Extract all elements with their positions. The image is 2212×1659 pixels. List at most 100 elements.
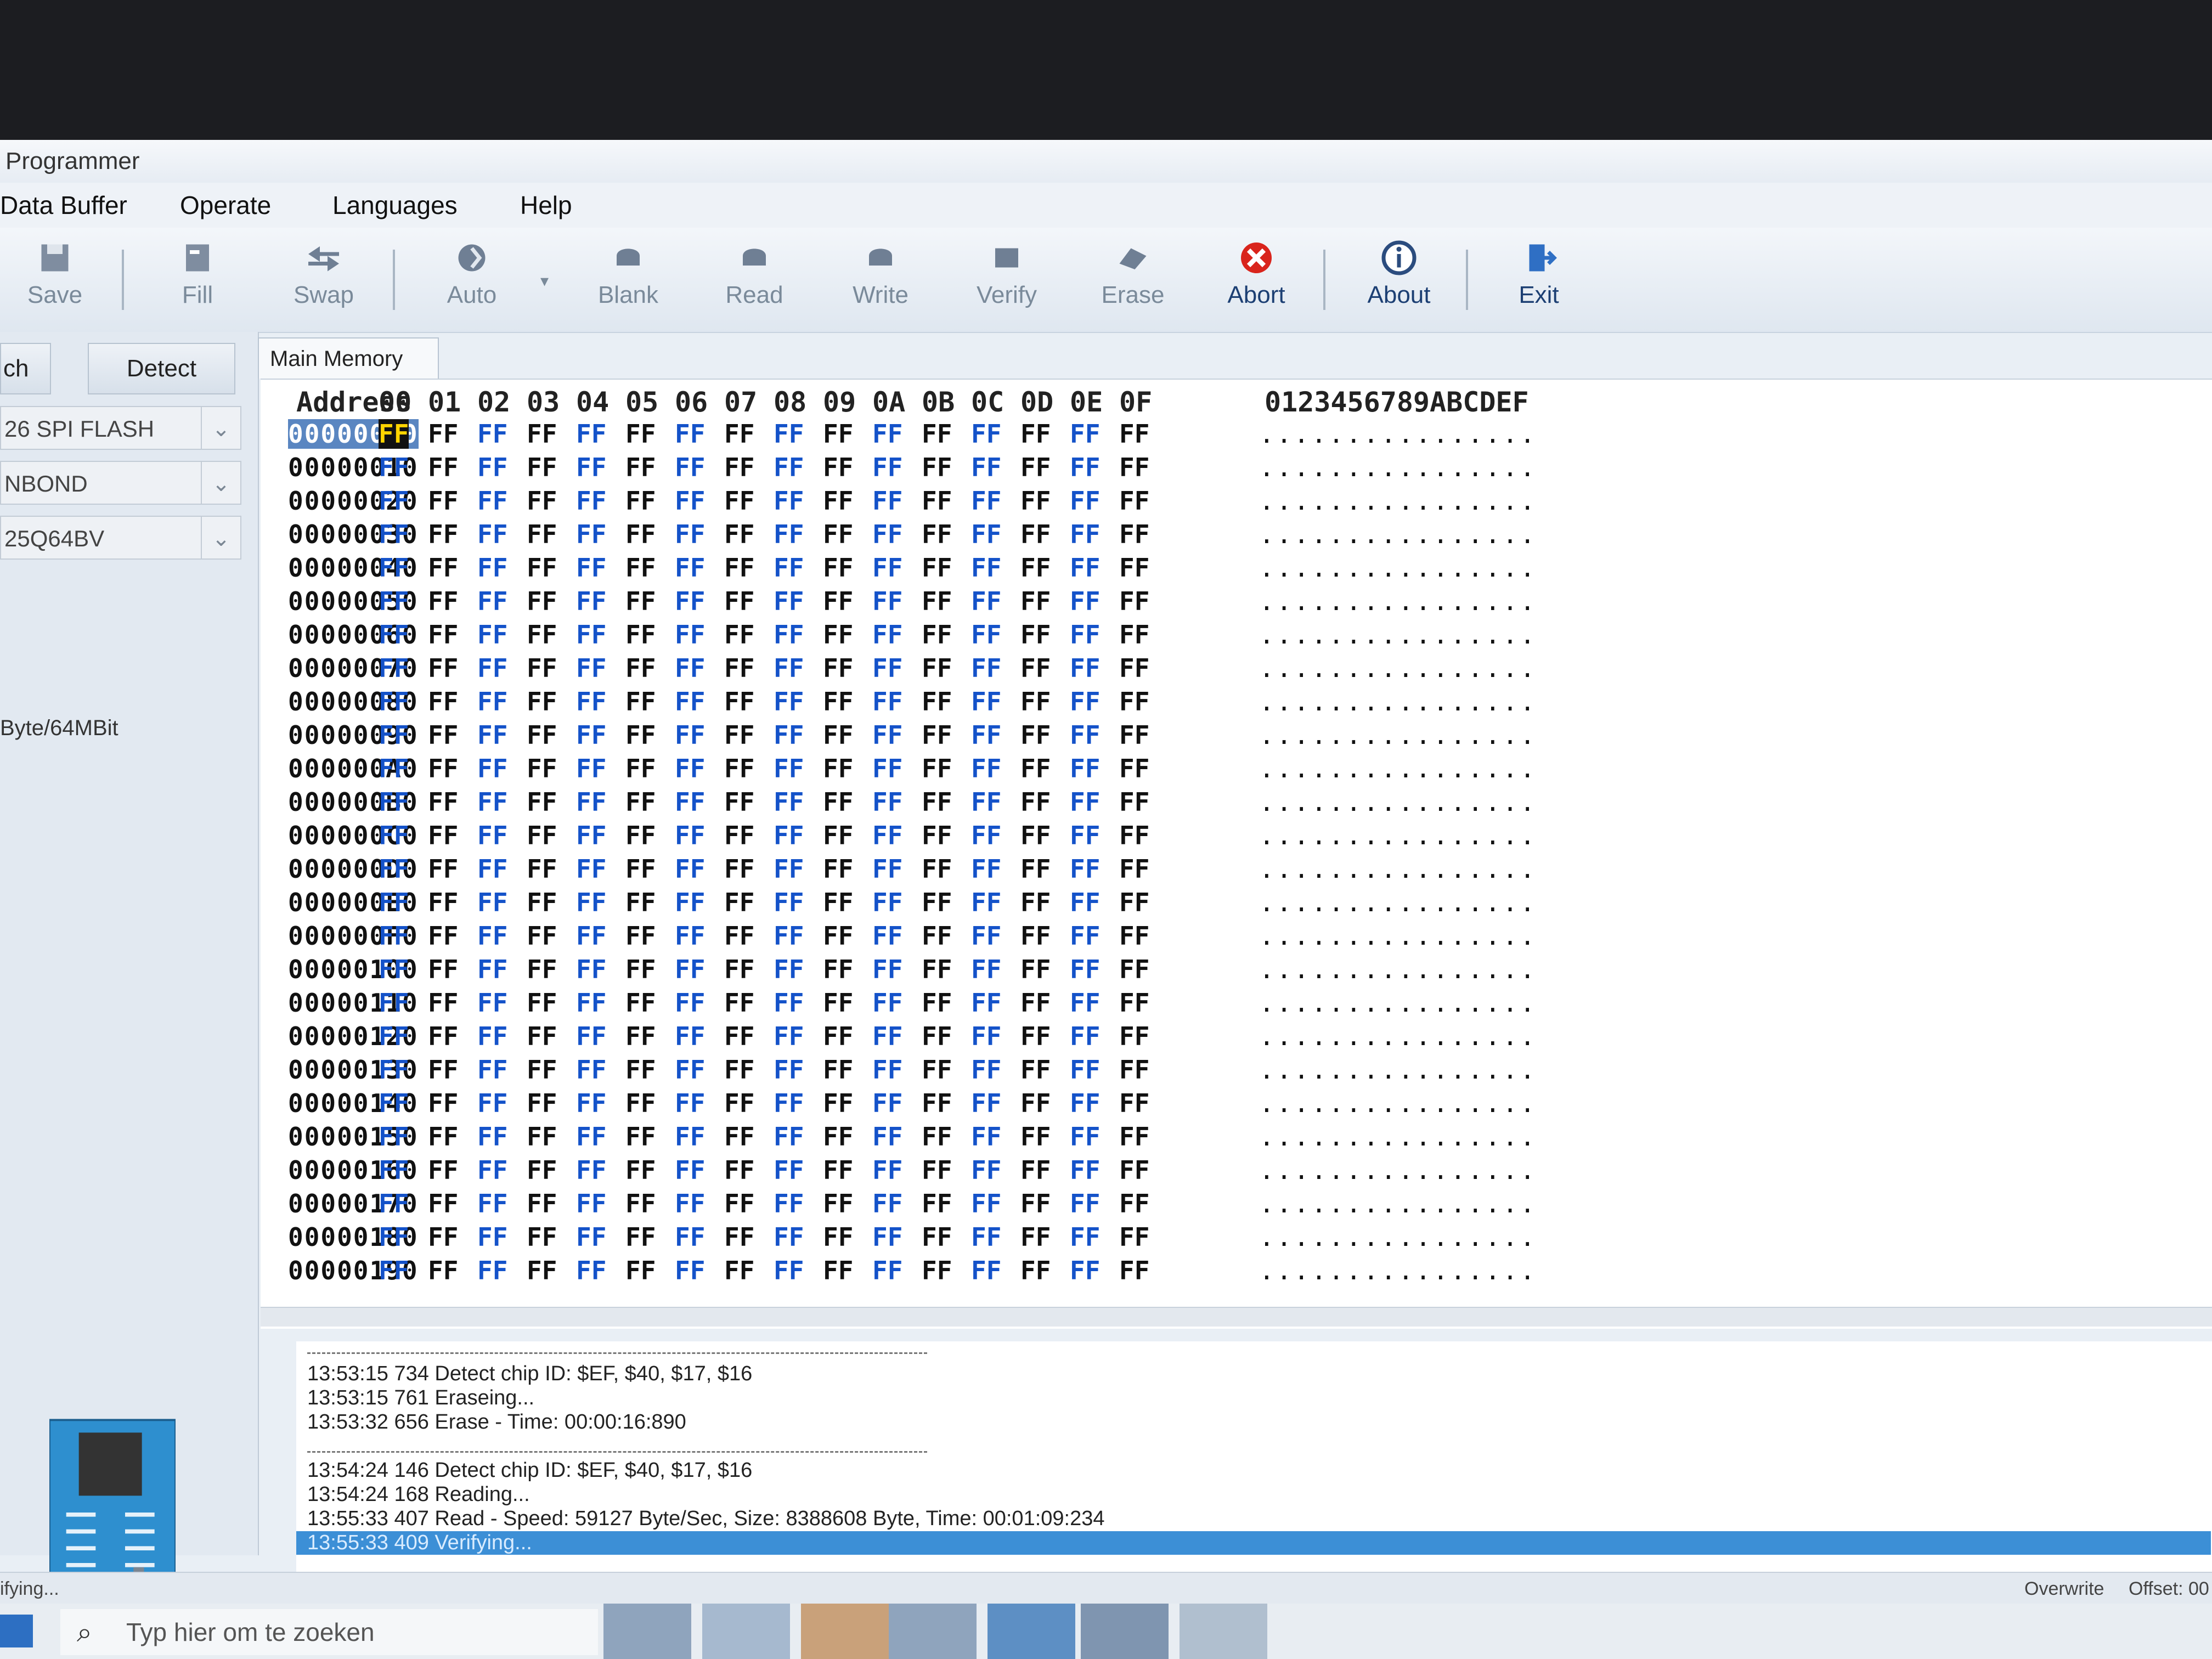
hex-cell[interactable]: FF [428,687,458,716]
hex-cell[interactable]: FF [1119,586,1149,616]
hex-cell[interactable]: FF [1020,955,1051,984]
hex-cell[interactable]: FF [724,620,754,650]
hex-cell[interactable]: FF [1119,1088,1149,1118]
file-explorer-icon[interactable] [801,1604,889,1659]
hex-cell[interactable]: FF [823,586,853,616]
hex-cell[interactable]: FF [675,988,705,1018]
hex-cell[interactable]: FF [774,520,804,549]
hex-cell[interactable]: FF [922,1256,952,1285]
hex-cell[interactable]: FF [576,1222,606,1252]
fill-button[interactable]: Fill [148,234,247,328]
store-icon[interactable] [889,1604,977,1659]
hex-cell[interactable]: FF [527,419,557,449]
blank-button[interactable]: Blank [579,234,678,328]
hex-cell[interactable]: FF [675,821,705,850]
hex-cell[interactable]: FF [477,1222,507,1252]
hex-cell[interactable]: FF [477,921,507,951]
hex-cell[interactable]: FF [971,821,1001,850]
hex-cell[interactable]: FF [379,955,409,984]
hex-cell[interactable]: FF [724,1155,754,1185]
hex-cell[interactable]: FF [1020,586,1051,616]
hex-cell[interactable]: FF [971,854,1001,884]
hex-cell[interactable]: FF [971,553,1001,583]
hex-cell[interactable]: FF [576,787,606,817]
hex-cell[interactable]: FF [379,453,409,482]
hex-cell[interactable]: FF [774,453,804,482]
hex-cell[interactable]: FF [922,520,952,549]
hex-cell[interactable]: FF [1119,1189,1149,1218]
hex-cell[interactable]: FF [625,553,656,583]
hex-cell[interactable]: FF [823,1155,853,1185]
hex-cell[interactable]: FF [724,486,754,516]
hex-cell[interactable]: FF [971,1122,1001,1152]
hex-cell[interactable]: FF [1119,955,1149,984]
hex-cell[interactable]: FF [872,586,902,616]
hex-cell[interactable]: FF [428,653,458,683]
hex-cell[interactable]: FF [971,1256,1001,1285]
hex-cell[interactable]: FF [477,586,507,616]
hex-cell[interactable]: FF [922,821,952,850]
hex-cell[interactable]: FF [1070,653,1100,683]
hex-cell[interactable]: FF [675,1022,705,1051]
hex-cell[interactable]: FF [1070,520,1100,549]
hex-cell[interactable]: FF [428,754,458,783]
hex-cell[interactable]: FF [922,1088,952,1118]
hex-cell[interactable]: FF [527,653,557,683]
hex-cell[interactable]: FF [379,687,409,716]
hex-cell[interactable]: FF [823,821,853,850]
hex-cell[interactable]: FF [1070,720,1100,750]
hex-cell[interactable]: FF [922,988,952,1018]
hex-cell[interactable]: FF [1020,1222,1051,1252]
hex-cell[interactable]: FF [675,553,705,583]
hex-cell[interactable]: FF [625,1256,656,1285]
hex-cell[interactable]: FF [576,1022,606,1051]
hex-cell[interactable]: FF [379,787,409,817]
hex-cell[interactable]: FF [774,620,804,650]
hex-cell[interactable]: FF [922,754,952,783]
hex-cell[interactable]: FF [625,520,656,549]
hex-cell[interactable]: FF [477,1022,507,1051]
hex-cell[interactable]: FF [527,1256,557,1285]
hex-cell[interactable]: FF [1070,687,1100,716]
hex-cell[interactable]: FF [527,1189,557,1218]
hex-cell[interactable]: FF [428,1122,458,1152]
hex-cell[interactable]: FF [1119,687,1149,716]
hex-cell[interactable]: FF [1119,620,1149,650]
hex-cell[interactable]: FF [1070,486,1100,516]
hex-cell[interactable]: FF [1070,1256,1100,1285]
hex-cell[interactable]: FF [872,1256,902,1285]
hex-cell[interactable]: FF [527,754,557,783]
hex-cell[interactable]: FF [872,1155,902,1185]
hex-cell[interactable]: FF [527,955,557,984]
hex-cell[interactable]: FF [872,754,902,783]
hex-cell[interactable]: FF [477,553,507,583]
hex-cell[interactable]: FF [823,754,853,783]
hex-cell[interactable]: FF [428,720,458,750]
hex-cell[interactable]: FF [823,1256,853,1285]
hex-cell[interactable]: FF [971,419,1001,449]
hex-cell[interactable]: FF [379,854,409,884]
hex-cell[interactable]: FF [774,1022,804,1051]
hex-cell[interactable]: FF [527,720,557,750]
hex-cell[interactable]: FF [675,1088,705,1118]
hex-cell[interactable]: FF [428,1155,458,1185]
hex-cell[interactable]: FF [379,921,409,951]
hex-cell[interactable]: FF [527,687,557,716]
hex-cell[interactable]: FF [872,1088,902,1118]
hex-cell[interactable]: FF [675,888,705,917]
hex-cell[interactable]: FF [971,1088,1001,1118]
hex-cell[interactable]: FF [872,921,902,951]
hex-cell[interactable]: FF [625,620,656,650]
hex-cell[interactable]: FF [724,720,754,750]
hex-cell[interactable]: FF [428,787,458,817]
hex-cell[interactable]: FF [872,687,902,716]
hex-cell[interactable]: FF [774,1222,804,1252]
hex-cell[interactable]: FF [774,1055,804,1085]
hex-cell[interactable]: FF [1119,1122,1149,1152]
hex-cell[interactable]: FF [1119,1022,1149,1051]
menu-help[interactable]: Help [520,183,572,228]
hex-cell[interactable]: FF [675,687,705,716]
hex-cell[interactable]: FF [379,653,409,683]
hex-cell[interactable]: FF [823,553,853,583]
hex-cell[interactable]: FF [774,787,804,817]
